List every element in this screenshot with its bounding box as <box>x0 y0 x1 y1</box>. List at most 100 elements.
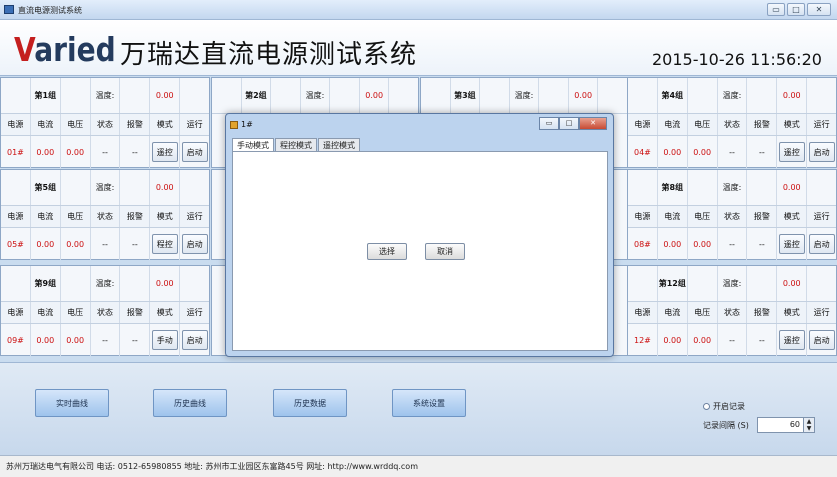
record-interval-stepper[interactable]: 60 ▲ ▼ <box>757 417 815 433</box>
status-value: -- <box>91 324 121 356</box>
temperature-value: 0.00 <box>360 78 390 113</box>
dialog-minimize-button[interactable]: ▭ <box>539 117 559 130</box>
column-header: 模式 <box>777 302 808 323</box>
tab-remote-mode[interactable]: 遥控模式 <box>318 138 360 151</box>
column-header: 电压 <box>688 206 718 227</box>
tab-program-mode[interactable]: 程控模式 <box>275 138 317 151</box>
dialog-app-icon <box>230 120 238 129</box>
brand-logo-text: aried <box>34 30 116 69</box>
column-header: 电压 <box>61 114 91 135</box>
cancel-button[interactable]: 取消 <box>425 243 465 260</box>
column-header: 电压 <box>688 302 718 323</box>
start-button[interactable]: 启动 <box>808 142 835 162</box>
column-header: 状态 <box>91 206 121 227</box>
current-value: 0.00 <box>31 324 61 356</box>
mode-button[interactable]: 遥控 <box>778 142 805 162</box>
start-button[interactable]: 启动 <box>181 234 208 254</box>
power-id: 12# <box>628 324 658 356</box>
start-button[interactable]: 启动 <box>808 330 835 350</box>
column-header: 运行 <box>813 308 830 317</box>
column-header: 电流 <box>31 206 61 227</box>
column-header: 运行 <box>186 120 203 129</box>
mode-tabs: 手动模式 程控模式 遥控模式 <box>232 138 361 152</box>
maximize-button[interactable]: □ <box>787 3 805 16</box>
status-value: -- <box>718 136 748 168</box>
alarm-value: -- <box>120 324 151 356</box>
column-header: 模式 <box>777 114 808 135</box>
column-header: 电源 <box>628 206 658 227</box>
group-panel: 第5组 温度: 0.00 电源 电流 电压 状态 报警 模式 运行 05# 0.00 0.0… <box>0 169 210 260</box>
column-headers: 电源 电流 电压 状态 报警 模式 运行 <box>1 114 209 136</box>
app-header: Varied 万瑞达直流电源测试系统 2015-10-26 11:56:20 <box>0 20 837 76</box>
company-footer: 苏州万瑞达电气有限公司 电话: 0512-65980855 地址: 苏州市工业园… <box>0 455 837 477</box>
temperature-value: 0.00 <box>777 170 808 205</box>
select-button[interactable]: 选择 <box>367 243 407 260</box>
minimize-button[interactable]: ▭ <box>767 3 785 16</box>
group-name: 第1组 <box>31 78 61 113</box>
window-title: 直流电源测试系统 <box>18 6 82 15</box>
group-name: 第5组 <box>31 170 61 205</box>
alarm-value: -- <box>120 136 151 168</box>
mode-button[interactable]: 程控 <box>151 234 178 254</box>
column-header: 报警 <box>120 114 151 135</box>
mode-button[interactable]: 手动 <box>151 330 178 350</box>
column-header: 模式 <box>150 206 181 227</box>
mode-button[interactable]: 遥控 <box>778 234 805 254</box>
temperature-label: 温度: <box>91 78 121 113</box>
dialog-close-button[interactable]: ✕ <box>579 117 607 130</box>
dialog-maximize-button[interactable]: □ <box>559 117 579 130</box>
current-value: 0.00 <box>31 136 61 168</box>
group-panel: 第8组 温度: 0.00 电源 电流 电压 状态 报警 模式 运行 08# 0.00 0.0… <box>627 169 837 260</box>
alarm-value: -- <box>747 324 778 356</box>
column-header: 电流 <box>658 302 688 323</box>
column-header: 运行 <box>186 212 203 221</box>
column-headers: 电源 电流 电压 状态 报警 模式 运行 <box>628 114 836 136</box>
brand-logo: Varied <box>14 30 116 69</box>
column-header: 报警 <box>120 206 151 227</box>
column-headers: 电源 电流 电压 状态 报警 模式 运行 <box>628 302 836 324</box>
column-header: 电源 <box>1 206 31 227</box>
record-toggle[interactable]: 开启记录 <box>703 401 745 412</box>
status-value: -- <box>91 228 121 260</box>
alarm-value: -- <box>120 228 151 260</box>
start-button[interactable]: 启动 <box>181 142 208 162</box>
column-header: 模式 <box>150 302 181 323</box>
column-headers: 电源 电流 电压 状态 报警 模式 运行 <box>1 206 209 228</box>
column-header: 电流 <box>658 206 688 227</box>
record-radio-icon[interactable] <box>703 403 710 410</box>
history-curve-button[interactable]: 历史曲线 <box>153 389 227 417</box>
start-button[interactable]: 启动 <box>181 330 208 350</box>
stepper-arrows-icon[interactable]: ▲ ▼ <box>803 418 814 432</box>
group-header: 第5组 温度: 0.00 <box>1 170 209 206</box>
temperature-label: 温度: <box>718 266 748 301</box>
voltage-value: 0.00 <box>61 324 91 356</box>
column-header: 电流 <box>31 114 61 135</box>
history-data-button[interactable]: 历史数据 <box>273 389 347 417</box>
temperature-value: 0.00 <box>569 78 599 113</box>
close-button[interactable]: ✕ <box>807 3 831 16</box>
column-header: 模式 <box>150 114 181 135</box>
group-data-row: 05# 0.00 0.00 -- -- 程控 启动 <box>1 228 209 260</box>
group-panel: 第9组 温度: 0.00 电源 电流 电压 状态 报警 模式 运行 09# 0.00 0.0… <box>0 265 210 356</box>
column-header: 状态 <box>718 114 748 135</box>
start-button[interactable]: 启动 <box>808 234 835 254</box>
column-header: 模式 <box>777 206 808 227</box>
app-icon <box>4 5 14 14</box>
mode-button[interactable]: 遥控 <box>151 142 178 162</box>
temperature-value: 0.00 <box>777 78 808 113</box>
group-data-row: 09# 0.00 0.00 -- -- 手动 启动 <box>1 324 209 356</box>
temperature-label: 温度: <box>718 170 748 205</box>
mode-button[interactable]: 遥控 <box>778 330 805 350</box>
group-header: 第8组 温度: 0.00 <box>628 170 836 206</box>
group-data-row: 08# 0.00 0.00 -- -- 遥控 启动 <box>628 228 836 260</box>
dialog-tab-content: 选择 取消 <box>232 151 608 351</box>
tab-manual-mode[interactable]: 手动模式 <box>232 138 274 152</box>
column-header: 报警 <box>747 114 778 135</box>
power-id: 04# <box>628 136 658 168</box>
column-header: 电源 <box>628 114 658 135</box>
column-header: 电源 <box>628 302 658 323</box>
system-settings-button[interactable]: 系统设置 <box>392 389 466 417</box>
temperature-label: 温度: <box>301 78 331 113</box>
column-header: 运行 <box>186 308 203 317</box>
realtime-curve-button[interactable]: 实时曲线 <box>35 389 109 417</box>
